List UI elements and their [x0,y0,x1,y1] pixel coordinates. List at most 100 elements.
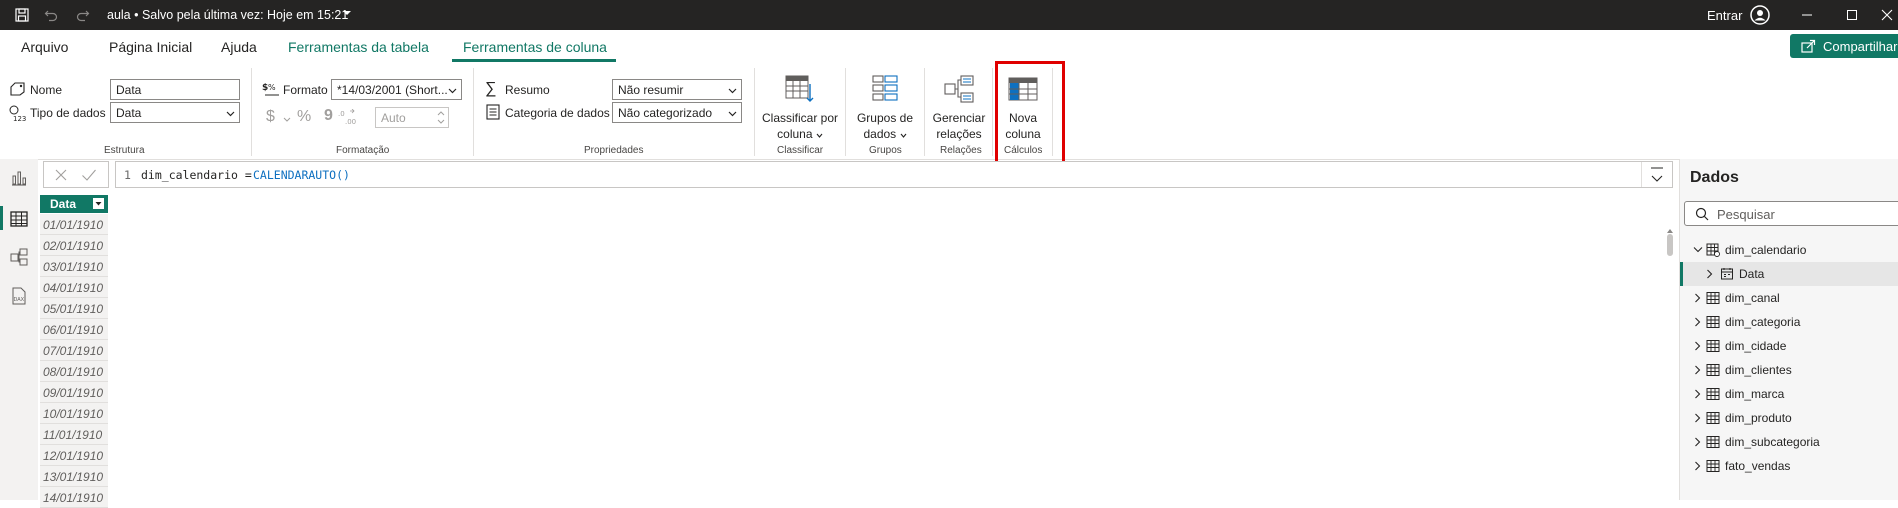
column-filter-button[interactable] [92,197,105,210]
undo-icon[interactable] [41,5,61,25]
table-icon [1706,340,1720,352]
dax-query-view-icon[interactable]: DAX [9,286,29,306]
title-bar: aula • Salvo pela última vez: Hoje em 15… [0,0,1898,30]
table-row[interactable]: 11/01/1910 [40,424,108,445]
chevron-right-icon[interactable] [1694,461,1702,471]
table-view-icon[interactable] [9,209,29,229]
chevron-right-icon[interactable] [1694,341,1702,351]
table-row[interactable]: 10/01/1910 [40,403,108,424]
scrollbar-thumb[interactable] [1667,234,1673,256]
format-select[interactable]: *14/03/2001 (Short... [331,79,462,100]
tab-ajuda[interactable]: Ajuda [221,39,257,55]
category-select[interactable]: Não categorizado [612,102,742,123]
share-button[interactable]: Compartilhar [1790,34,1898,58]
table-name: dim_subcategoria [1725,435,1820,449]
group-label-grupos: Grupos [869,145,902,156]
signin-button[interactable]: Entrar [1707,8,1742,23]
search-placeholder: Pesquisar [1717,207,1775,222]
table-item-dim-produto[interactable]: dim_produto [1680,406,1898,430]
summary-select[interactable]: Não resumir [612,79,742,100]
table-name: fato_vendas [1725,459,1791,473]
minimize-icon[interactable] [1797,5,1817,25]
table-item-dim-marca[interactable]: dim_marca [1680,382,1898,406]
datatype-select[interactable]: Data [110,102,240,123]
relationships-button-line2: relações [936,127,982,141]
commit-formula-icon[interactable] [81,168,97,182]
manage-relationships-button[interactable]: Gerenciar relações [930,72,988,142]
model-view-icon[interactable] [9,247,29,267]
chevron-right-icon[interactable] [1694,317,1702,327]
tab-ferramentas-coluna[interactable]: Ferramentas de coluna [463,39,607,55]
ribbon: Nome Data 123 Tipo de dados Data Estrutu… [0,62,1898,160]
maximize-icon[interactable] [1842,5,1862,25]
report-view-icon[interactable] [9,168,29,188]
close-icon[interactable] [1877,5,1897,25]
table-item-dim-canal[interactable]: dim_canal [1680,286,1898,310]
chevron-right-icon[interactable] [1694,437,1702,447]
decimal-places-icon[interactable]: .0.00 [338,109,358,125]
table-row[interactable]: 12/01/1910 [40,445,108,466]
table-row[interactable]: 14/01/1910 [40,487,108,508]
name-input[interactable]: Data [110,79,240,100]
data-groups-button[interactable]: Grupos de dados [852,72,918,142]
grid-scrollbar[interactable] [1666,228,1674,500]
table-row[interactable]: 07/01/1910 [40,340,108,361]
redo-icon[interactable] [73,5,93,25]
chevron-right-icon[interactable] [1706,269,1714,279]
decimals-input[interactable]: Auto [375,107,449,128]
chevron-right-icon[interactable] [1694,365,1702,375]
chevron-down-icon [728,111,737,117]
formula-commit-box [43,161,109,188]
data-search-input[interactable]: Pesquisar [1684,201,1898,226]
table-row[interactable]: 01/01/1910 [40,214,108,235]
table-item-dim-clientes[interactable]: dim_clientes [1680,358,1898,382]
chevron-right-icon[interactable] [1694,293,1702,303]
table-row[interactable]: 08/01/1910 [40,361,108,382]
field-item-data[interactable]: Data [1680,262,1898,286]
chevron-down-icon [283,117,291,122]
table-item-dim-calendario[interactable]: dim_calendario [1680,238,1898,262]
table-item-fato-vendas[interactable]: fato_vendas [1680,454,1898,478]
share-icon [1801,39,1816,53]
chevron-down-icon[interactable] [1693,246,1703,254]
cancel-formula-icon[interactable] [54,168,68,182]
table-icon [1706,412,1720,424]
relationships-button-line1: Gerenciar [932,111,986,125]
table-name: dim_calendario [1725,243,1807,257]
chevron-right-icon[interactable] [1694,389,1702,399]
table-row[interactable]: 03/01/1910 [40,256,108,277]
chevron-down-icon [900,133,906,138]
table-row[interactable]: 13/01/1910 [40,466,108,487]
save-icon[interactable] [12,5,32,25]
table-row[interactable]: 09/01/1910 [40,382,108,403]
table-item-dim-cidade[interactable]: dim_cidade [1680,334,1898,358]
comma-style-button[interactable]: 9 [324,107,333,125]
svg-text:.00: .00 [345,118,356,125]
table-row[interactable]: 06/01/1910 [40,319,108,340]
group-label-formatacao: Formatação [336,145,390,156]
account-icon[interactable] [1750,5,1770,25]
sort-by-column-button[interactable]: Classificar por coluna [760,72,840,142]
groups-button-line2: dados [852,126,918,142]
expand-formula-button[interactable] [1641,162,1672,187]
tab-arquivo[interactable]: Arquivo [21,39,68,55]
table-item-dim-categoria[interactable]: dim_categoria [1680,310,1898,334]
manage-relationships-icon [942,72,976,106]
currency-button[interactable]: $ [266,108,275,126]
group-label-propriedades: Propriedades [584,145,644,156]
table-row[interactable]: 04/01/1910 [40,277,108,298]
percent-button[interactable]: % [297,108,311,126]
table-row[interactable]: 02/01/1910 [40,235,108,256]
chevron-right-icon[interactable] [1694,413,1702,423]
column-header-data[interactable]: Data [40,195,108,213]
tab-pagina-inicial[interactable]: Página Inicial [109,39,192,55]
chevron-down-icon[interactable] [342,8,352,18]
sort-button-line1: Classificar por [761,111,839,125]
table-icon [1706,292,1720,304]
formula-input[interactable]: 1 dim_calendario = CALENDARAUTO() [115,161,1673,188]
scroll-up-icon[interactable] [1667,228,1673,233]
table-row[interactable]: 05/01/1910 [40,298,108,319]
tab-ferramentas-tabela[interactable]: Ferramentas da tabela [288,39,429,55]
ribbon-tabs: Arquivo Página Inicial Ajuda Ferramentas… [0,30,1898,62]
table-item-dim-subcategoria[interactable]: dim_subcategoria [1680,430,1898,454]
